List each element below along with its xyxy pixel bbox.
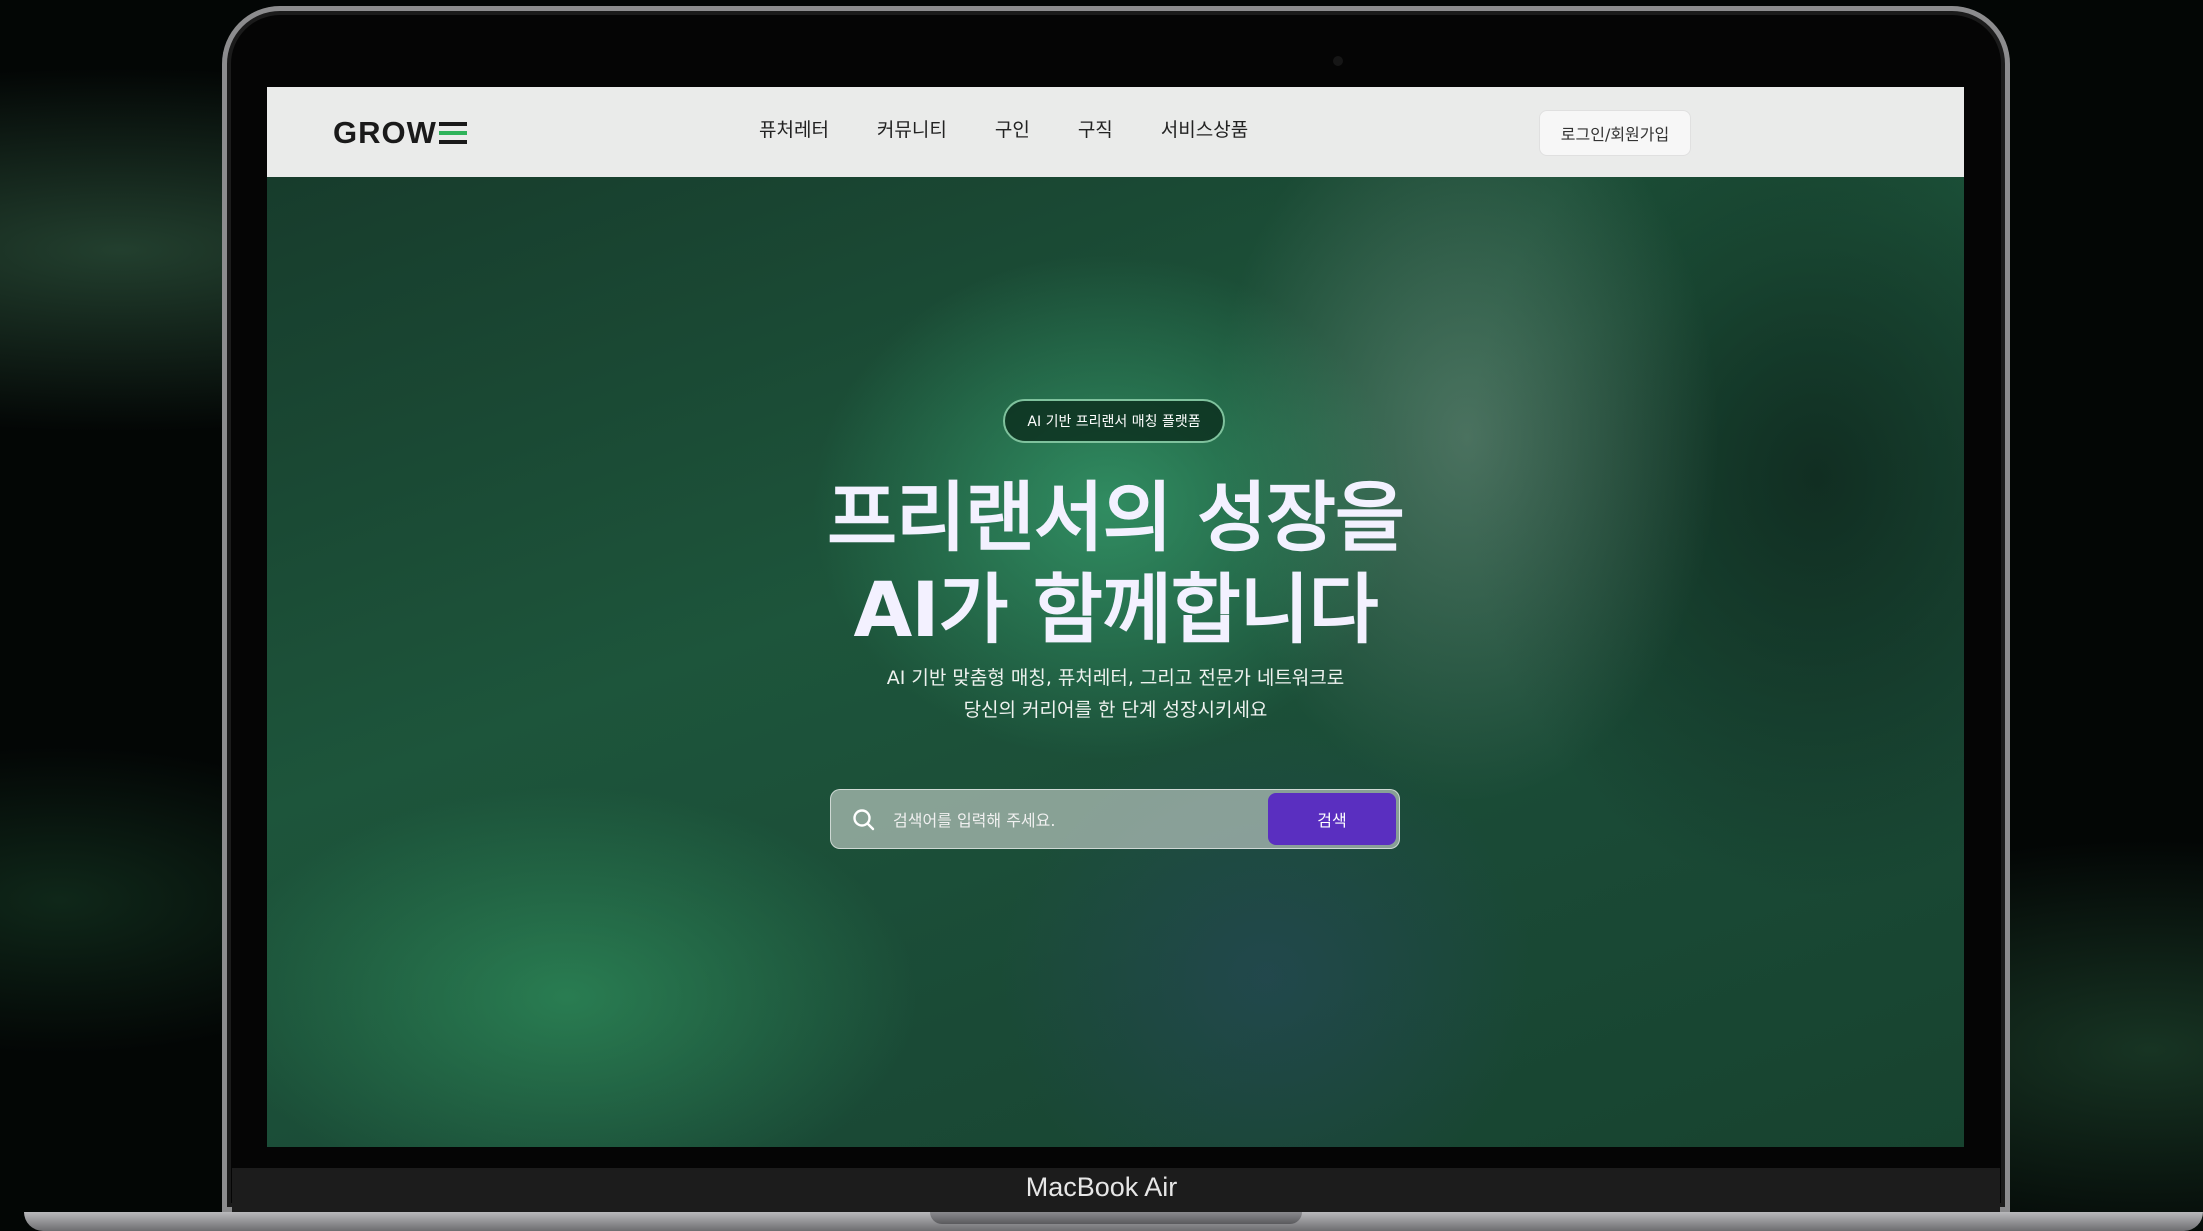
hero-headline-line2: AI가 함께합니다 xyxy=(853,565,1378,654)
hero-headline-line1: 프리랜서의 성장을 xyxy=(827,473,1405,562)
nav-community[interactable]: 커뮤니티 xyxy=(877,115,947,142)
navbar: GROW 퓨처레터 커뮤니티 구인 구직 서비스상품 로그인/회원가입 xyxy=(267,87,1964,178)
main-nav: 퓨처레터 커뮤니티 구인 구직 서비스상품 xyxy=(759,115,1248,142)
logo-text: GROW xyxy=(333,115,437,150)
nav-future-letter[interactable]: 퓨처레터 xyxy=(759,115,829,142)
nav-service-products[interactable]: 서비스상품 xyxy=(1161,115,1248,142)
logo[interactable]: GROW xyxy=(333,113,471,153)
search-icon xyxy=(853,809,875,831)
nav-hiring[interactable]: 구인 xyxy=(995,115,1030,142)
hero-subtitle: AI 기반 맞춤형 매칭, 퓨처레터, 그리고 전문가 네트워크로 당신의 커리… xyxy=(267,662,1964,726)
browser-screen: GROW 퓨처레터 커뮤니티 구인 구직 서비스상품 로그인/회원가입 AI 기… xyxy=(267,87,1964,1147)
search-button[interactable]: 검색 xyxy=(1268,793,1396,845)
login-signup-button[interactable]: 로그인/회원가입 xyxy=(1539,110,1691,156)
device-label: MacBook Air xyxy=(1025,1172,1178,1202)
laptop-notch xyxy=(930,1212,1302,1224)
search-bar: 검색 xyxy=(830,789,1400,849)
camera xyxy=(1333,56,1343,66)
hero-badge: AI 기반 프리랜서 매칭 플랫폼 xyxy=(1003,399,1225,443)
hero-headline: 프리랜서의 성장을 AI가 함께합니다 xyxy=(267,472,1964,656)
hero-subtitle-line2: 당신의 커리어를 한 단계 성장시키세요 xyxy=(963,699,1268,721)
logo-mark-icon xyxy=(438,122,471,144)
hero-section: AI 기반 프리랜서 매칭 플랫폼 프리랜서의 성장을 AI가 함께합니다 AI… xyxy=(267,177,1964,1147)
search-input[interactable] xyxy=(891,800,1255,840)
nav-job-seeking[interactable]: 구직 xyxy=(1078,115,1113,142)
hero-subtitle-line1: AI 기반 맞춤형 매칭, 퓨처레터, 그리고 전문가 네트워크로 xyxy=(886,667,1345,689)
